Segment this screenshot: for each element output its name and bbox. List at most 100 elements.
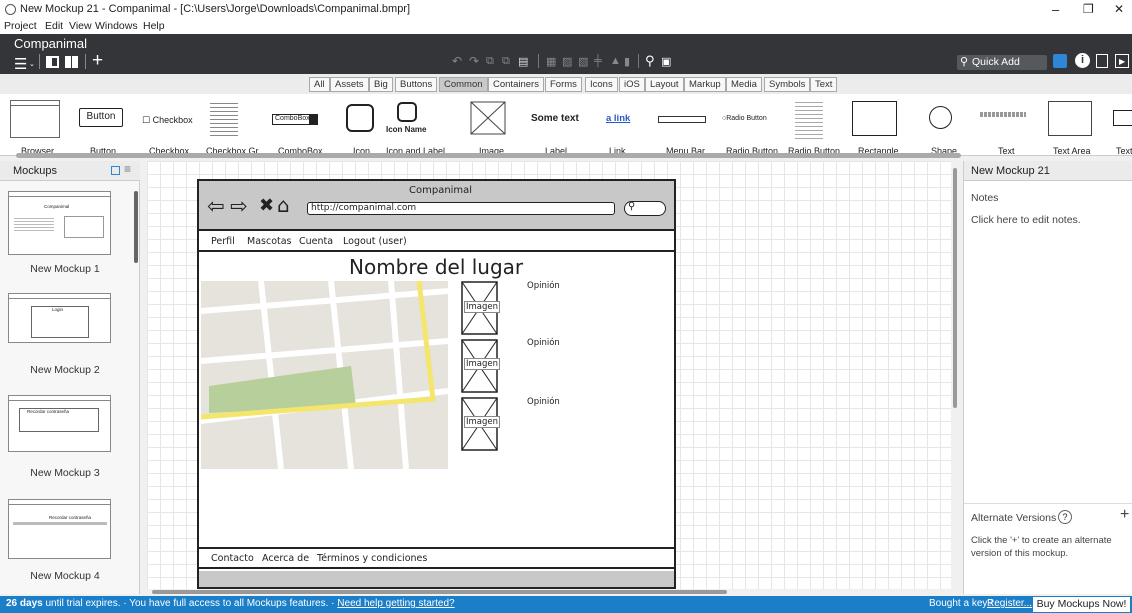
menu-view[interactable]: View bbox=[69, 20, 92, 32]
menu-windows[interactable]: Windows bbox=[95, 20, 138, 32]
info-icon[interactable]: i bbox=[1075, 53, 1090, 68]
close-button[interactable]: ✕ bbox=[1114, 2, 1124, 16]
checkbox-group-preview[interactable] bbox=[210, 100, 238, 138]
mockup-label-3[interactable]: New Mockup 3 bbox=[0, 467, 130, 479]
shape-preview[interactable] bbox=[929, 106, 952, 129]
hamburger-menu-icon[interactable]: ☰ bbox=[14, 55, 27, 73]
clipboard-icon[interactable]: ▤ bbox=[518, 55, 528, 68]
forward-arrow-icon: ⇨ bbox=[230, 194, 248, 218]
mockup-browser-frame[interactable]: Companimal ⇦ ⇨ ✖ ⌂ http://companimal.com… bbox=[197, 179, 676, 589]
filter-buttons[interactable]: Buttons bbox=[395, 77, 438, 92]
lib-label-text-input: Text bbox=[1116, 146, 1132, 156]
panel-toggle-icon[interactable] bbox=[46, 56, 59, 68]
mockup-thumb-3[interactable]: Recordar contraseña bbox=[8, 395, 111, 452]
maximize-button[interactable]: ❐ bbox=[1083, 2, 1094, 16]
browser-preview[interactable] bbox=[10, 100, 60, 138]
lib-label-textarea: Text Area bbox=[1053, 146, 1091, 156]
list-view-icon[interactable]: ≡ bbox=[124, 162, 131, 176]
radio-group-preview[interactable] bbox=[795, 99, 823, 139]
filter-all[interactable]: All bbox=[309, 77, 330, 92]
minimize-button[interactable]: – bbox=[1052, 2, 1059, 17]
group-icon[interactable]: ▦ bbox=[546, 55, 556, 68]
register-link[interactable]: Register... bbox=[987, 598, 1032, 609]
mockup-thumb-2[interactable]: Login bbox=[8, 293, 111, 343]
textarea-preview[interactable] bbox=[1048, 101, 1092, 136]
search-icon: ⚲ bbox=[960, 56, 969, 68]
canvas-horizontal-scrollbar[interactable] bbox=[152, 590, 727, 594]
align-icon[interactable]: ╪ bbox=[594, 55, 602, 67]
lib-label-text: Text bbox=[998, 146, 1015, 156]
paste-icon[interactable]: ⧉ bbox=[502, 55, 510, 68]
bring-front-icon[interactable]: ▨ bbox=[562, 55, 572, 68]
search-icon[interactable]: ⚲ bbox=[645, 53, 655, 69]
filter-icons[interactable]: Icons bbox=[585, 77, 618, 92]
filter-assets[interactable]: Assets bbox=[330, 77, 369, 92]
rectangle-preview[interactable] bbox=[852, 101, 897, 136]
filter-layout[interactable]: Layout bbox=[645, 77, 684, 92]
fullscreen-icon[interactable]: ▣ bbox=[661, 55, 671, 68]
menu-help[interactable]: Help bbox=[143, 20, 165, 32]
mockups-scrollbar[interactable] bbox=[134, 191, 138, 263]
bought-key-text: Bought a key? bbox=[929, 598, 993, 609]
mockup-thumb-4[interactable]: Recordar contraseña bbox=[8, 499, 111, 559]
redo-icon[interactable]: ↷ bbox=[469, 54, 479, 68]
grid-view-icon[interactable] bbox=[65, 56, 78, 68]
mockup-statusbar bbox=[199, 571, 674, 587]
quick-add-input[interactable]: ⚲ Quick Add bbox=[957, 55, 1047, 70]
notes-icon[interactable] bbox=[1096, 54, 1108, 68]
menu-edit[interactable]: Edit bbox=[45, 20, 63, 32]
add-alternate-icon[interactable]: + bbox=[1120, 506, 1129, 524]
menubar-preview[interactable] bbox=[658, 116, 706, 123]
image-icon[interactable] bbox=[1053, 54, 1067, 68]
copy-icon[interactable]: ⧉ bbox=[486, 55, 494, 68]
mockup-label-1[interactable]: New Mockup 1 bbox=[0, 263, 130, 275]
notes-edit-hint[interactable]: Click here to edit notes. bbox=[971, 214, 1081, 226]
nav-mascotas: Mascotas bbox=[247, 236, 292, 247]
opinion-2: Opinión bbox=[527, 338, 560, 348]
thumbnail-view-icon[interactable] bbox=[111, 166, 120, 175]
filter-media[interactable]: Media bbox=[726, 77, 762, 92]
filter-text[interactable]: Text bbox=[810, 77, 838, 92]
checkbox-preview[interactable]: ☐ Checkbox bbox=[142, 115, 193, 126]
home-icon: ⌂ bbox=[277, 193, 290, 217]
icon-and-label-preview[interactable] bbox=[397, 102, 417, 122]
buy-now-button[interactable]: Buy Mockups Now! bbox=[1033, 597, 1130, 612]
lock-icon[interactable]: ▲ bbox=[610, 55, 621, 67]
send-back-icon[interactable]: ▧ bbox=[578, 55, 588, 68]
presentation-icon[interactable]: ▶ bbox=[1115, 54, 1129, 68]
mockup-canvas[interactable]: Companimal ⇦ ⇨ ✖ ⌂ http://companimal.com… bbox=[147, 161, 951, 594]
icon-preview[interactable] bbox=[346, 104, 374, 132]
opinion-1: Opinión bbox=[527, 281, 560, 291]
filter-ios[interactable]: iOS bbox=[619, 77, 645, 92]
menu-project[interactable]: Project bbox=[4, 20, 37, 32]
delete-icon[interactable]: ▮ bbox=[624, 55, 630, 68]
text-input-preview[interactable] bbox=[1113, 110, 1132, 126]
mockup-thumb-1[interactable]: Companimal bbox=[8, 191, 111, 255]
link-preview[interactable]: a link bbox=[606, 113, 630, 124]
help-icon[interactable]: ? bbox=[1058, 510, 1072, 524]
button-preview[interactable]: Button bbox=[79, 108, 123, 127]
filter-containers[interactable]: Containers bbox=[488, 77, 544, 92]
filter-big[interactable]: Big bbox=[369, 77, 393, 92]
combobox-preview[interactable]: ComboBox bbox=[272, 114, 318, 125]
image-preview[interactable] bbox=[470, 101, 506, 135]
library-scrollbar[interactable] bbox=[16, 153, 961, 158]
chevron-down-icon[interactable]: ⌄ bbox=[29, 60, 35, 68]
radio-preview[interactable]: ○Radio Button bbox=[722, 115, 767, 122]
label-preview[interactable]: Some text bbox=[531, 113, 579, 124]
add-mockup-icon[interactable]: + bbox=[92, 50, 103, 72]
mockup-label-2[interactable]: New Mockup 2 bbox=[0, 364, 130, 376]
current-mockup-name[interactable]: New Mockup 21 bbox=[971, 165, 1050, 177]
text-preview[interactable] bbox=[980, 112, 1026, 117]
back-arrow-icon: ⇦ bbox=[207, 194, 225, 218]
window-title: New Mockup 21 - Companimal - [C:\Users\J… bbox=[20, 3, 411, 15]
filter-common[interactable]: Common bbox=[439, 77, 488, 92]
mockup-label-4[interactable]: New Mockup 4 bbox=[0, 570, 130, 582]
help-link[interactable]: Need help getting started? bbox=[337, 598, 454, 609]
filter-forms[interactable]: Forms bbox=[545, 77, 582, 92]
undo-icon[interactable]: ↶ bbox=[452, 54, 462, 68]
filter-markup[interactable]: Markup bbox=[684, 77, 726, 92]
canvas-vertical-scrollbar[interactable] bbox=[953, 168, 957, 408]
filter-symbols[interactable]: Symbols bbox=[764, 77, 811, 92]
nav-cuenta: Cuenta bbox=[299, 236, 334, 247]
